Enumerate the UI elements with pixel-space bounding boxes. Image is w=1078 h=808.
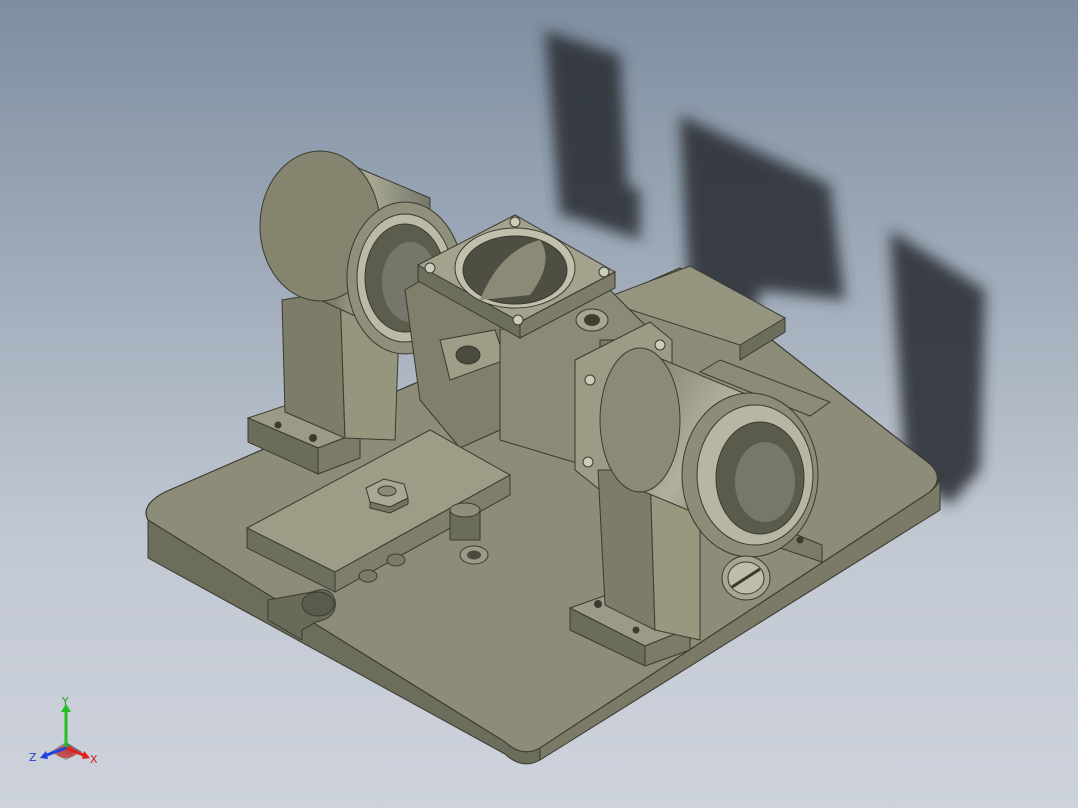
support-pins — [449, 502, 481, 541]
view-triad[interactable]: Y X Z — [28, 696, 108, 768]
x-axis-label: X — [90, 753, 98, 766]
y-axis-arrow — [61, 704, 71, 748]
3d-viewport[interactable]: Y X Z — [0, 0, 1078, 808]
model-scene[interactable] — [0, 0, 1078, 808]
y-axis-label: Y — [61, 696, 69, 708]
z-axis-label: Z — [29, 751, 37, 764]
